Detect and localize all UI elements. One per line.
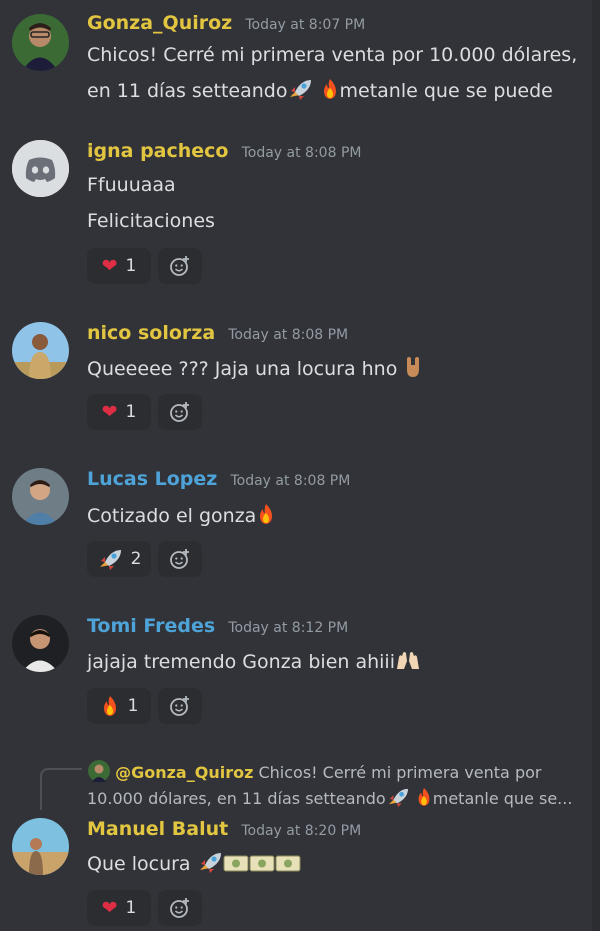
reaction-heart-button[interactable]: ❤ 1 (87, 394, 151, 430)
reply-text: 10.000 dólares, en 11 días setteando (87, 789, 386, 808)
timestamp: Today at 8:12 PM (228, 620, 349, 636)
message-text: Cotizado el gonza (87, 503, 276, 527)
fire-emoji-icon (323, 79, 336, 99)
reply-text: Chicos! Cerré mi primera venta por (258, 763, 542, 782)
add-reaction-button[interactable] (158, 394, 202, 430)
message-text: Felicitaciones (87, 210, 215, 232)
avatar[interactable] (12, 14, 69, 71)
message-text: Queeeee ??? Jaja una locura hno (87, 356, 423, 380)
rocket-emoji-icon (388, 788, 408, 807)
add-reaction-icon (170, 402, 189, 422)
reply-avatar (88, 760, 110, 782)
timestamp: Today at 8:07 PM (245, 17, 366, 33)
reaction-count: 2 (130, 549, 142, 569)
rocket-emoji-icon (199, 853, 221, 873)
avatar[interactable] (12, 615, 69, 672)
timestamp: Today at 8:20 PM (241, 823, 362, 839)
timestamp: Today at 8:08 PM (228, 327, 349, 343)
add-reaction-button[interactable] (158, 688, 202, 724)
message-text: Ffuuuaaa (87, 174, 176, 196)
timestamp: Today at 8:08 PM (230, 473, 351, 489)
reaction-fire-button[interactable]: 1 (87, 688, 151, 724)
reply-preview[interactable]: @Gonza_Quiroz Chicos! Cerré mi primera v… (88, 760, 541, 782)
money-emoji-icon (223, 855, 301, 872)
reply-text: metanle que se... (432, 789, 573, 808)
add-reaction-button[interactable] (158, 541, 202, 577)
add-reaction-button[interactable] (158, 890, 202, 926)
rocket-emoji-icon (290, 80, 312, 100)
message-text: Chicos! Cerré mi primera venta por 10.00… (87, 44, 578, 66)
rocket-icon (99, 550, 121, 570)
add-reaction-icon (170, 898, 189, 918)
avatar[interactable] (12, 818, 69, 875)
reply-mention[interactable]: @Gonza_Quiroz (115, 763, 253, 782)
reaction-count: 1 (127, 696, 139, 716)
reaction-heart-button[interactable]: ❤ 1 (87, 248, 151, 284)
raised-hands-emoji-icon (396, 652, 419, 669)
discord-default-avatar[interactable] (12, 140, 69, 197)
rock-hand-emoji-icon (407, 357, 420, 377)
add-reaction-button[interactable] (158, 248, 202, 284)
reply-connector (40, 768, 82, 810)
avatar[interactable] (12, 322, 69, 379)
username[interactable]: igna pacheco (87, 140, 229, 162)
fire-icon (103, 696, 116, 716)
heart-icon: ❤ (101, 896, 118, 919)
fire-emoji-icon (260, 504, 273, 524)
timestamp: Today at 8:08 PM (241, 145, 362, 161)
add-reaction-icon (170, 549, 189, 569)
heart-icon: ❤ (101, 400, 118, 423)
discord-logo-icon (12, 140, 69, 197)
username[interactable]: Manuel Balut (87, 818, 228, 840)
reply-preview-line2[interactable]: 10.000 dólares, en 11 días setteando met… (87, 787, 572, 808)
username[interactable]: nico solorza (87, 322, 215, 344)
fire-emoji-icon (418, 788, 430, 806)
message-text: jajaja tremendo Gonza bien ahiii (87, 649, 421, 673)
scrollbar-track[interactable] (592, 0, 600, 931)
username[interactable]: Gonza_Quiroz (87, 12, 232, 34)
heart-icon: ❤ (101, 254, 118, 277)
message-text: Que locura (87, 851, 301, 875)
add-reaction-icon (170, 256, 189, 276)
reaction-count: 1 (125, 256, 137, 276)
add-reaction-icon (170, 696, 189, 716)
message-text: en 11 días setteando metanle que se pued… (87, 79, 553, 102)
avatar[interactable] (12, 468, 69, 525)
reaction-count: 1 (125, 898, 137, 918)
username[interactable]: Lucas Lopez (87, 468, 217, 490)
username[interactable]: Tomi Fredes (87, 615, 215, 637)
reaction-count: 1 (125, 402, 137, 422)
reaction-rocket-button[interactable]: 2 (87, 541, 151, 577)
reaction-heart-button[interactable]: ❤ 1 (87, 890, 151, 926)
